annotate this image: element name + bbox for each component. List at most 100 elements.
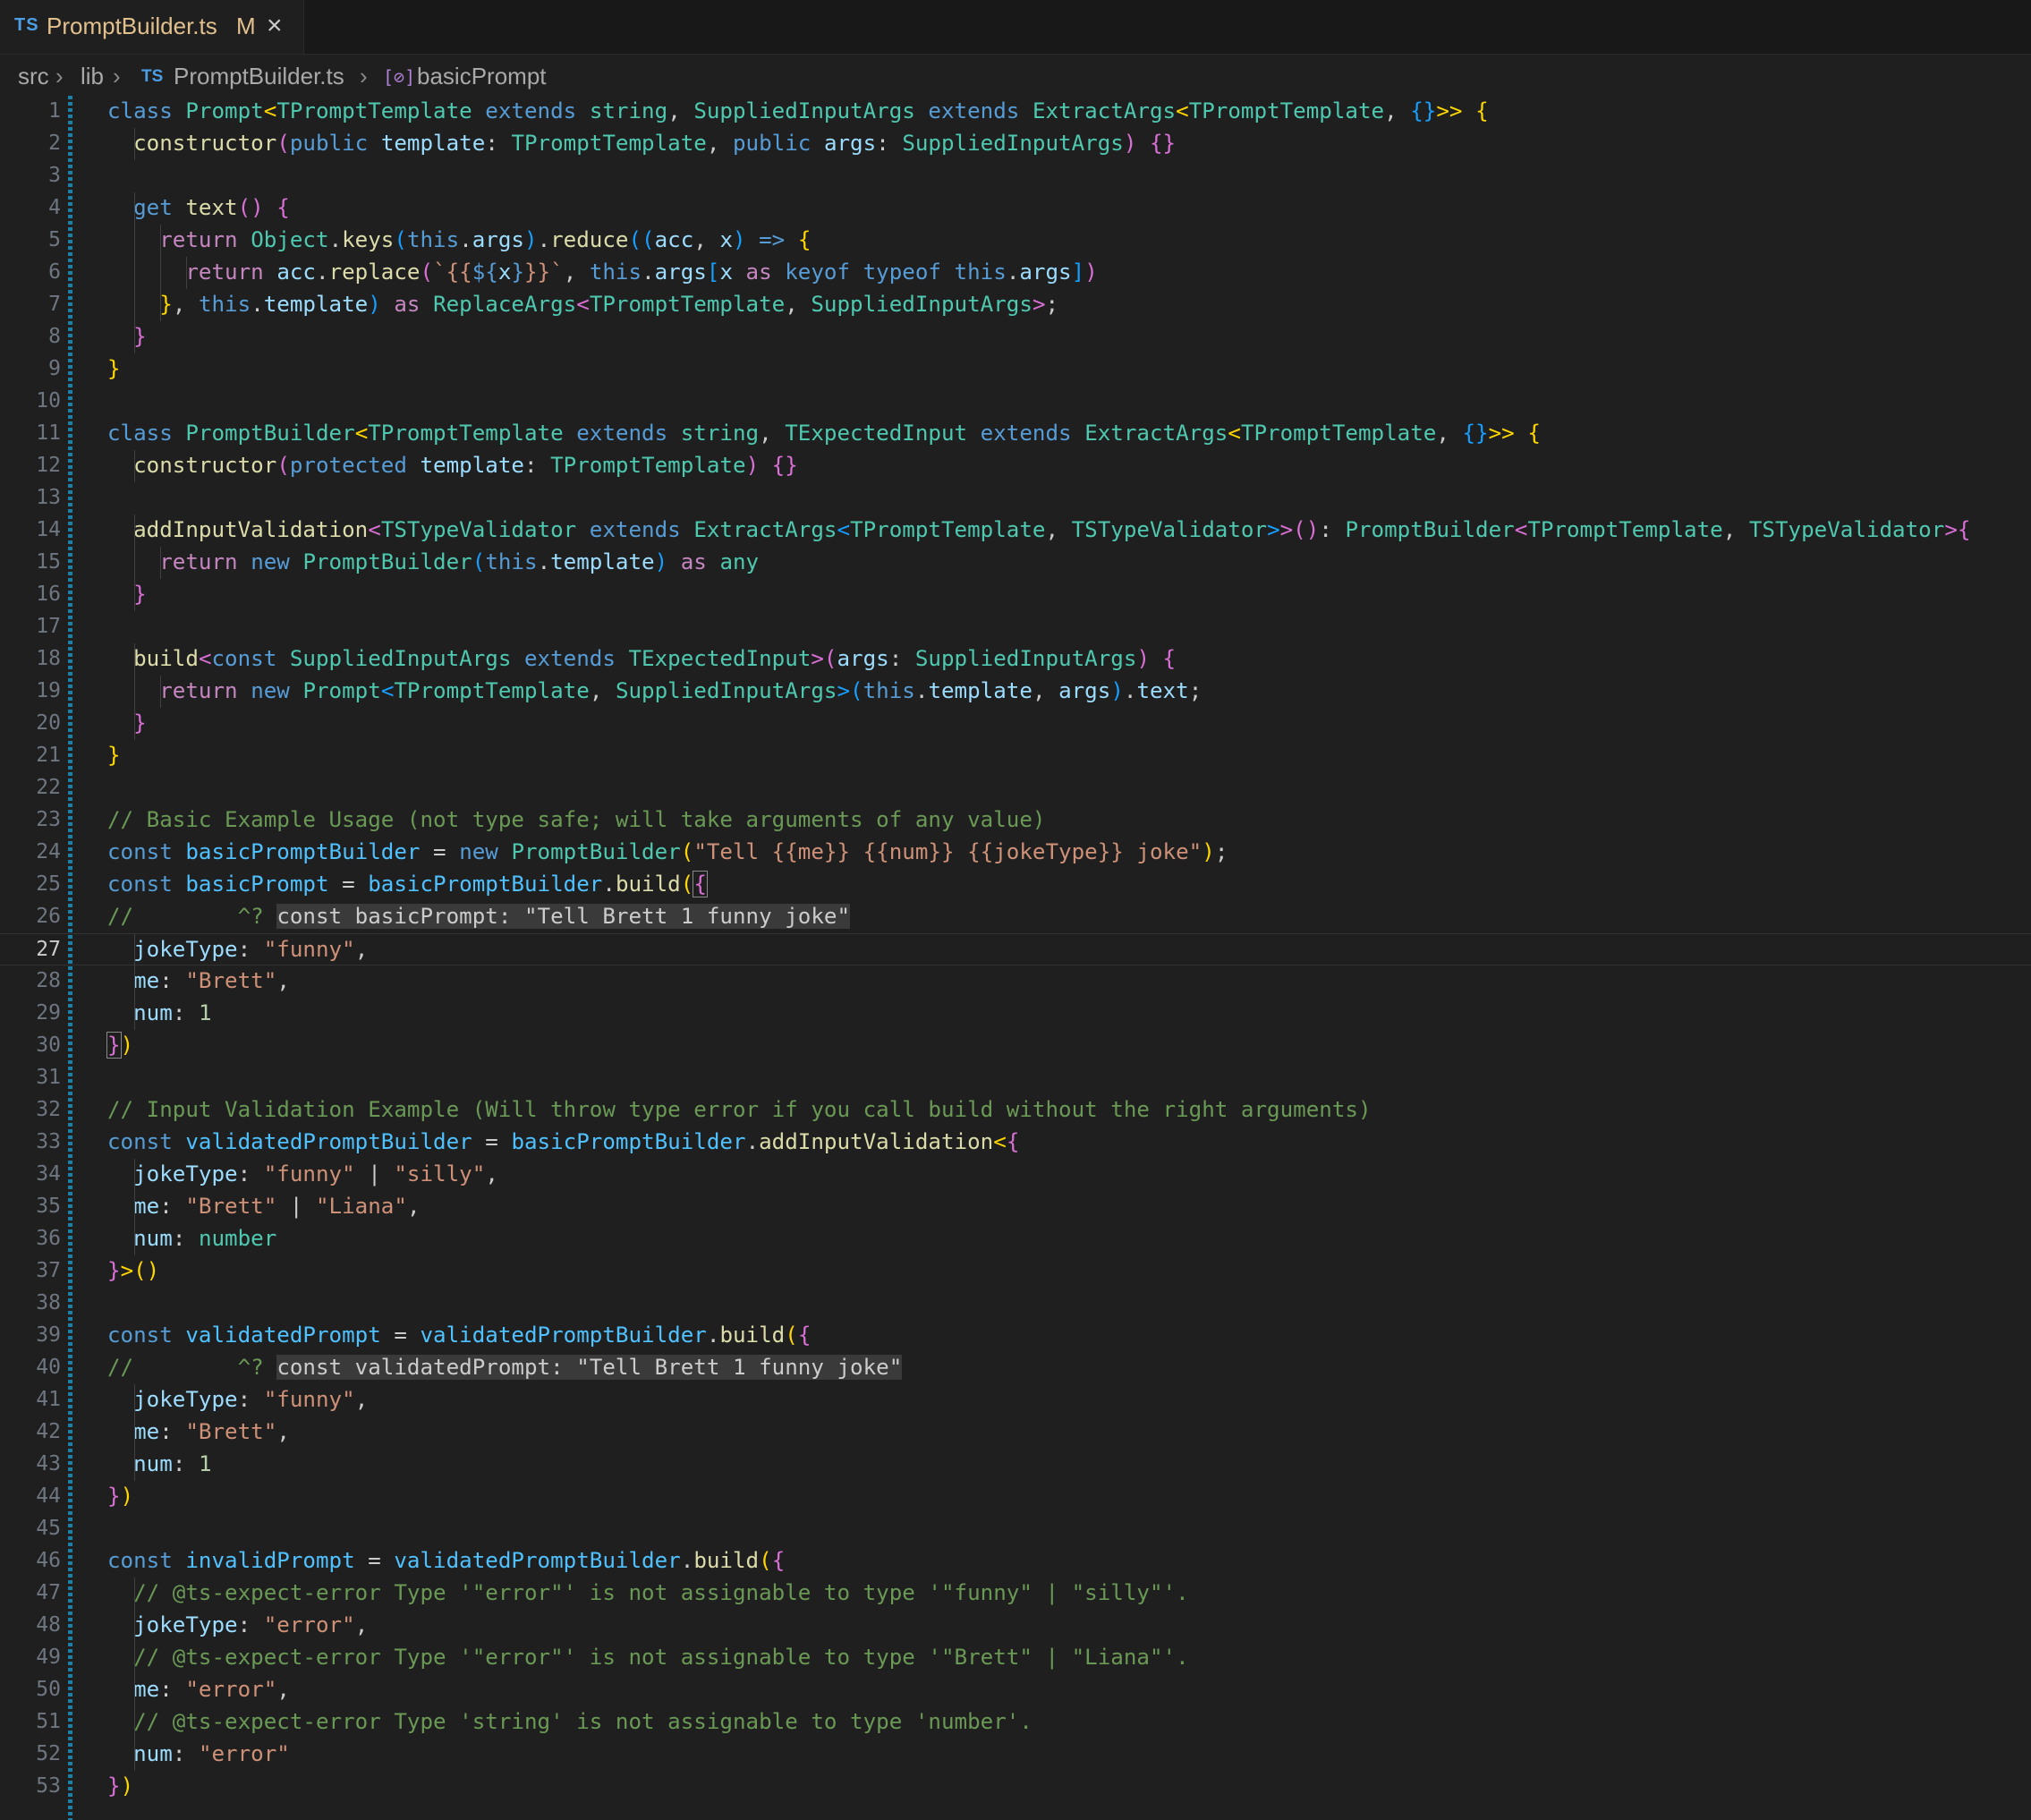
code-line[interactable]: 32 // Input Validation Example (Will thro… — [0, 1094, 2031, 1127]
code-token: , — [354, 1387, 369, 1412]
code-line[interactable]: 49 // @ts-expect-error Type '"error"' is… — [0, 1642, 2031, 1674]
indent-guide — [134, 708, 135, 740]
close-icon[interactable]: × — [267, 11, 283, 41]
code-line[interactable]: 43 num: 1 — [0, 1449, 2031, 1481]
code-line[interactable]: 52 num: "error" — [0, 1739, 2031, 1771]
code-token: `{{ — [433, 259, 472, 285]
code-line[interactable]: 22 — [0, 772, 2031, 804]
code-line[interactable]: 44}) — [0, 1481, 2031, 1513]
code-token: PromptBuilder — [185, 421, 355, 446]
code-line[interactable]: 39 const validatedPrompt = validatedPromp… — [0, 1320, 2031, 1352]
indent-guide — [134, 1159, 135, 1191]
breadcrumb-item-symbol[interactable]: basicPrompt — [417, 63, 547, 90]
code-line[interactable]: 46 const invalidPrompt = validatedPromptB… — [0, 1545, 2031, 1578]
code-token: args — [472, 227, 524, 252]
breadcrumb-item-src[interactable]: src — [18, 63, 49, 90]
code-line[interactable]: 33 const validatedPromptBuilder = basicPr… — [0, 1127, 2031, 1159]
code-line[interactable]: 3 — [0, 160, 2031, 192]
code-line[interactable]: 10 — [0, 386, 2031, 418]
code-line[interactable]: 24 const basicPromptBuilder = new PromptB… — [0, 837, 2031, 869]
code-token: invalidPrompt — [185, 1548, 355, 1573]
code-token: this — [198, 292, 251, 317]
code-line[interactable]: 21} — [0, 740, 2031, 772]
code-line[interactable]: 30}) — [0, 1030, 2031, 1062]
code-token: . — [745, 1129, 760, 1154]
code-line[interactable]: 28 me: "Brett", — [0, 965, 2031, 998]
line-number: 10 — [36, 389, 61, 412]
code-token: args — [1058, 678, 1111, 703]
code-line[interactable]: 36 num: number — [0, 1223, 2031, 1255]
code-token: < — [263, 98, 277, 123]
code-token: . — [251, 292, 264, 317]
code-line[interactable]: 17 — [0, 611, 2031, 643]
code-token: , — [706, 131, 733, 156]
code-token: TSTypeValidator — [1071, 517, 1268, 542]
code-line[interactable]: 1 class Prompt<TPromptTemplate extends st… — [0, 96, 2031, 128]
code-line[interactable]: 48 jokeType: "error", — [0, 1610, 2031, 1642]
code-token: extends — [576, 517, 694, 542]
code-text: jokeType: "error", — [107, 1612, 368, 1637]
code-text: return new Prompt<TPromptTemplate, Suppl… — [107, 678, 1202, 703]
code-line[interactable]: 42 me: "Brett", — [0, 1416, 2031, 1449]
code-token: this — [863, 678, 915, 703]
code-line[interactable]: 23 // Basic Example Usage (not type safe;… — [0, 804, 2031, 837]
code-line[interactable]: 5 return Object.keys(this.args).reduce((… — [0, 225, 2031, 257]
code-line[interactable]: 35 me: "Brett" | "Liana", — [0, 1191, 2031, 1223]
code-token: >() — [120, 1258, 160, 1283]
code-line[interactable]: 12 constructor(protected template: TProm… — [0, 450, 2031, 482]
breadcrumb-item-file[interactable]: PromptBuilder.ts — [174, 63, 344, 90]
code-text: // @ts-expect-error Type 'string' is not… — [107, 1709, 1032, 1734]
code-text: } — [107, 743, 121, 768]
code-token: } — [107, 743, 121, 768]
code-line[interactable]: 41 jokeType: "funny", — [0, 1384, 2031, 1416]
indent-guide — [134, 1706, 135, 1739]
breadcrumb-item-lib[interactable]: lib — [81, 63, 104, 90]
code-line[interactable]: 45 — [0, 1513, 2031, 1545]
code-line[interactable]: 7 }, this.template) as ReplaceArgs<TProm… — [0, 289, 2031, 321]
code-token: public — [733, 131, 824, 156]
code-line[interactable]: 2 constructor(public template: TPromptTe… — [0, 128, 2031, 160]
code-line[interactable]: 34 jokeType: "funny" | "silly", — [0, 1159, 2031, 1191]
code-line[interactable]: 15 return new PromptBuilder(this.templat… — [0, 547, 2031, 579]
code-line[interactable]: 47 // @ts-expect-error Type '"error"' is… — [0, 1578, 2031, 1610]
code-token: // ^? — [107, 1355, 277, 1380]
code-token: < — [576, 292, 590, 317]
code-line[interactable]: 8 } — [0, 321, 2031, 353]
code-line[interactable]: 26 // ^? const basicPrompt: "Tell Brett 1… — [0, 901, 2031, 933]
code-token: . — [328, 227, 343, 252]
code-line[interactable]: 19 return new Prompt<TPromptTemplate, Su… — [0, 676, 2031, 708]
code-line[interactable]: 13 — [0, 482, 2031, 515]
code-line[interactable]: 27 jokeType: "funny", — [0, 933, 2031, 966]
code-token: : — [159, 968, 186, 993]
code-line[interactable]: 40 // ^? const validatedPrompt: "Tell Bre… — [0, 1352, 2031, 1384]
code-line[interactable]: 50 me: "error", — [0, 1674, 2031, 1706]
code-token: | — [354, 1161, 395, 1186]
line-number: 23 — [36, 808, 61, 831]
code-line[interactable]: 20 } — [0, 708, 2031, 740]
code-token: ; — [1214, 839, 1228, 864]
code-line[interactable]: 9} — [0, 353, 2031, 386]
code-line[interactable]: 53}) — [0, 1771, 2031, 1803]
code-line[interactable]: 38 — [0, 1288, 2031, 1320]
code-line[interactable]: 51 // @ts-expect-error Type 'string' is … — [0, 1706, 2031, 1739]
code-line[interactable]: 6 return acc.replace(`{{${x}}}`, this.ar… — [0, 257, 2031, 289]
code-line[interactable]: 29 num: 1 — [0, 998, 2031, 1030]
code-line[interactable]: 18 build<const SuppliedInputArgs extends… — [0, 643, 2031, 676]
code-editor[interactable]: 1 class Prompt<TPromptTemplate extends st… — [0, 96, 2031, 1820]
line-number: 44 — [36, 1484, 61, 1508]
line-number: 9 — [48, 357, 61, 380]
code-line[interactable]: 31 — [0, 1062, 2031, 1094]
code-text: const validatedPromptBuilder = basicProm… — [107, 1129, 1019, 1154]
tab-promptbuilder[interactable]: TS PromptBuilder.ts M × — [0, 0, 304, 54]
code-line[interactable]: 14 addInputValidation<TSTypeValidator ex… — [0, 515, 2031, 547]
code-token: ) — [654, 549, 668, 574]
code-line[interactable]: 37}>() — [0, 1255, 2031, 1288]
code-line[interactable]: 25 const basicPrompt = basicPromptBuilder… — [0, 869, 2031, 901]
code-line[interactable]: 11 class PromptBuilder<TPromptTemplate ex… — [0, 418, 2031, 450]
code-token: ( — [759, 1548, 772, 1573]
code-line[interactable]: 4 get text() { — [0, 192, 2031, 225]
code-line[interactable]: 16 } — [0, 579, 2031, 611]
code-token: : — [237, 937, 264, 962]
